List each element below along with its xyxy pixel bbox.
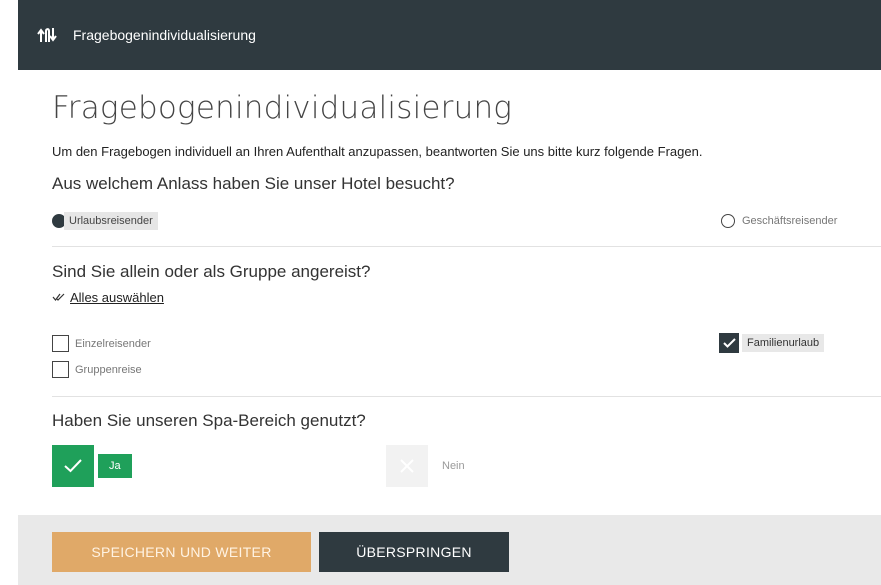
radio-geschaeftsreisender[interactable]: Geschäftsreisender [721,212,842,230]
question-occasion: Aus welchem Anlass haben Sie unser Hotel… [52,174,455,193]
checkmark-icon [52,445,94,487]
footer-bar: SPEICHERN UND WEITER ÜBERSPRINGEN [18,515,881,585]
question-group: Sind Sie allein oder als Gruppe angereis… [52,262,371,281]
swap-arrows-icon [37,22,63,48]
checkbox-einzelreisender[interactable]: Einzelreisender [52,335,151,352]
topbar-title: Fragebogenindividualisierung [73,27,256,43]
checkbox-label: Gruppenreise [75,363,142,376]
checkbox-label: Familienurlaub [742,334,825,352]
checkbox-box [52,335,69,352]
divider [52,396,881,397]
intro-text: Um den Fragebogen individuell an Ihren A… [52,144,703,159]
save-continue-button[interactable]: SPEICHERN UND WEITER [52,532,311,572]
radio-label: Urlaubsreisender [64,212,158,230]
close-icon [386,445,428,487]
select-all-link[interactable]: Alles auswählen [52,290,164,305]
spa-no-label: Nein [442,460,465,472]
checkbox-familienurlaub[interactable]: Familienurlaub [719,333,825,353]
spa-yes-option[interactable]: Ja [52,445,132,487]
checkbox-box [52,361,69,378]
spa-yes-label: Ja [98,454,132,478]
question-spa: Haben Sie unseren Spa-Bereich genutzt? [52,411,366,430]
checkbox-gruppenreise[interactable]: Gruppenreise [52,361,142,378]
checkbox-label: Einzelreisender [75,337,151,350]
radio-unselected-icon [721,214,735,228]
double-check-icon [52,290,66,305]
skip-button[interactable]: ÜBERSPRINGEN [319,532,509,572]
select-all-label: Alles auswählen [70,290,164,305]
top-bar: Fragebogenindividualisierung [18,0,881,70]
divider [52,246,881,247]
checkmark-icon [719,333,739,353]
radio-urlaubsreisender[interactable]: Urlaubsreisender [52,212,158,230]
spa-no-option[interactable]: Nein [386,445,465,487]
page-title: Fragebogenindividualisierung [52,90,513,126]
radio-label: Geschäftsreisender [742,215,838,227]
